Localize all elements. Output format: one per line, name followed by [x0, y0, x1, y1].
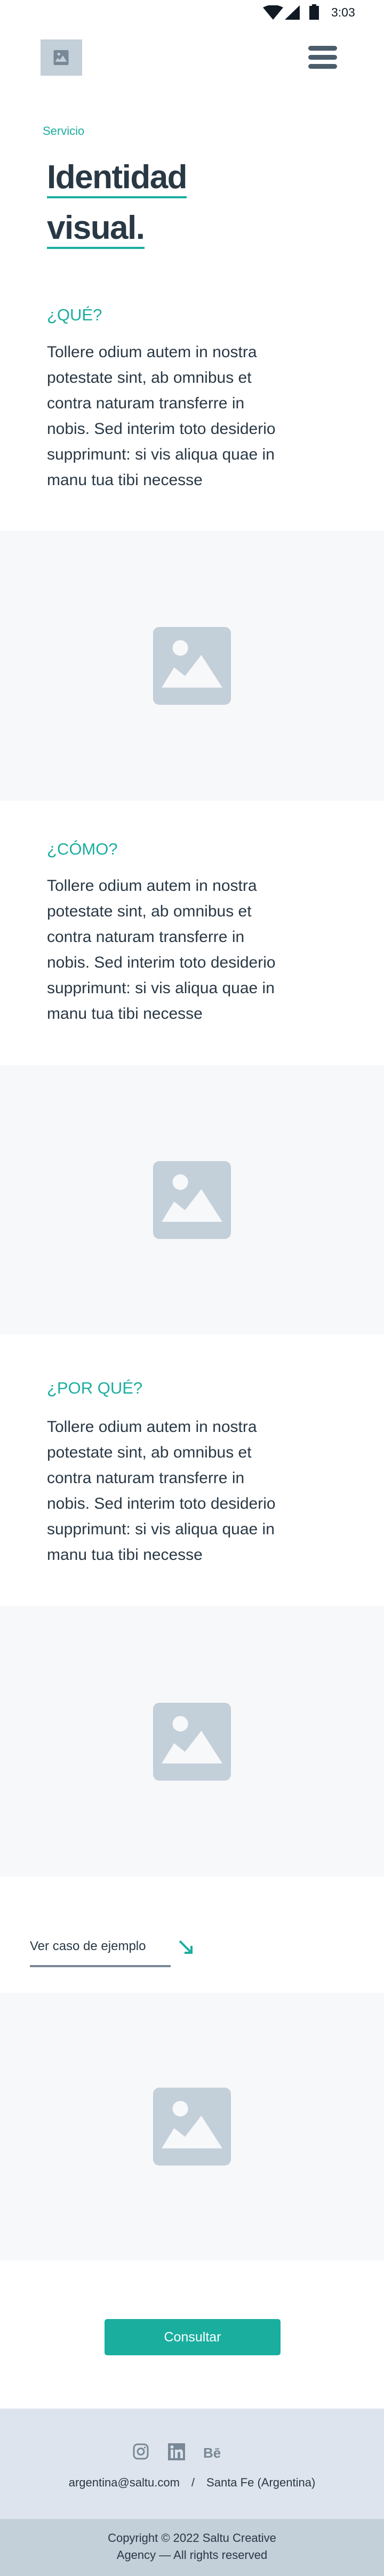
body-line: manu tua tibi necesse — [47, 1005, 203, 1023]
linkedin-icon[interactable] — [168, 2443, 185, 2460]
hamburger-menu-icon[interactable] — [308, 44, 337, 69]
body-line: Tollere odium autem in nostra — [47, 877, 257, 895]
body-line: contra naturam transferre in — [47, 928, 245, 946]
image-icon — [153, 1702, 231, 1781]
instagram-icon[interactable] — [133, 2443, 149, 2460]
image-icon — [153, 1161, 231, 1239]
image-icon — [153, 627, 231, 705]
footer: Bē argentina@saltu.com / Santa Fe (Argenti… — [0, 2409, 384, 2519]
image-placeholder-4 — [0, 1993, 384, 2260]
image-placeholder-2 — [0, 1065, 384, 1334]
image-icon — [153, 2088, 231, 2166]
copyright-text: Copyright © 2022 Saltu Creative — [108, 2531, 276, 2545]
footer-email-link[interactable]: argentina@saltu.com — [69, 2476, 180, 2489]
section-heading-por-que: ¿POR QUÉ? — [47, 1379, 143, 1397]
body-line: nobis. Sed interim toto desiderio — [47, 1495, 276, 1512]
view-example-case-link[interactable]: Ver caso de ejemplo — [30, 1938, 146, 1954]
body-line: manu tua tibi necesse — [47, 471, 203, 489]
wifi-icon — [263, 5, 283, 20]
status-bar: 3:03 — [0, 0, 384, 26]
page-title-text: Identidad — [47, 161, 188, 198]
image-placeholder-3 — [0, 1606, 384, 1877]
body-line: supprimunt: si vis aliqua quae in — [47, 446, 275, 463]
eyebrow-label: Servicio — [43, 124, 85, 138]
body-line: Tollere odium autem in nostra — [47, 343, 257, 361]
body-line: potestate sint, ab omnibus et — [47, 1444, 252, 1461]
body-line: manu tua tibi necesse — [47, 1546, 203, 1564]
logo[interactable] — [41, 39, 82, 76]
section-heading-que: ¿QUÉ? — [47, 305, 102, 324]
body-line: Tollere odium autem in nostra — [47, 1418, 257, 1436]
cellular-signal-icon — [285, 5, 300, 20]
status-time: 3:03 — [331, 5, 355, 19]
body-line: supprimunt: si vis aliqua quae in — [47, 979, 275, 997]
separator: / — [191, 2476, 195, 2489]
page-title-text: visual. — [47, 212, 145, 249]
footer-location: Santa Fe (Argentina) — [206, 2476, 316, 2489]
section-body-que: Tollere odium autem in nostra potestate … — [47, 340, 276, 493]
contact-line: argentina@saltu.com / Santa Fe (Argentina) — [0, 2475, 384, 2491]
section-heading-como: ¿CÓMO? — [47, 840, 118, 858]
section-body-como: Tollere odium autem in nostra potestate … — [47, 873, 276, 1027]
section-body-por-que: Tollere odium autem in nostra potestate … — [47, 1414, 276, 1568]
battery-icon — [309, 4, 319, 20]
copyright-bar: Copyright © 2022 Saltu Creative Agency —… — [0, 2519, 384, 2576]
body-line: nobis. Sed interim toto desiderio — [47, 420, 276, 438]
copyright-text: Agency — All rights reserved — [116, 2548, 268, 2562]
image-placeholder-1 — [0, 531, 384, 801]
link-underline — [30, 1965, 171, 1967]
consult-button[interactable]: Consultar — [105, 2319, 281, 2355]
svg-text:Bē: Bē — [203, 2445, 221, 2459]
page-title-line-1: Identidad — [47, 161, 188, 198]
body-line: contra naturam transferre in — [47, 1469, 245, 1487]
page-title-line-2: visual. — [47, 212, 145, 249]
body-line: contra naturam transferre in — [47, 395, 245, 412]
body-line: potestate sint, ab omnibus et — [47, 903, 252, 920]
body-line: nobis. Sed interim toto desiderio — [47, 954, 276, 971]
behance-icon[interactable]: Bē — [203, 2445, 221, 2459]
arrow-down-right-icon[interactable] — [178, 1939, 194, 1955]
body-line: potestate sint, ab omnibus et — [47, 369, 252, 387]
image-placeholder-icon — [53, 50, 69, 65]
body-line: supprimunt: si vis aliqua quae in — [47, 1520, 275, 1538]
